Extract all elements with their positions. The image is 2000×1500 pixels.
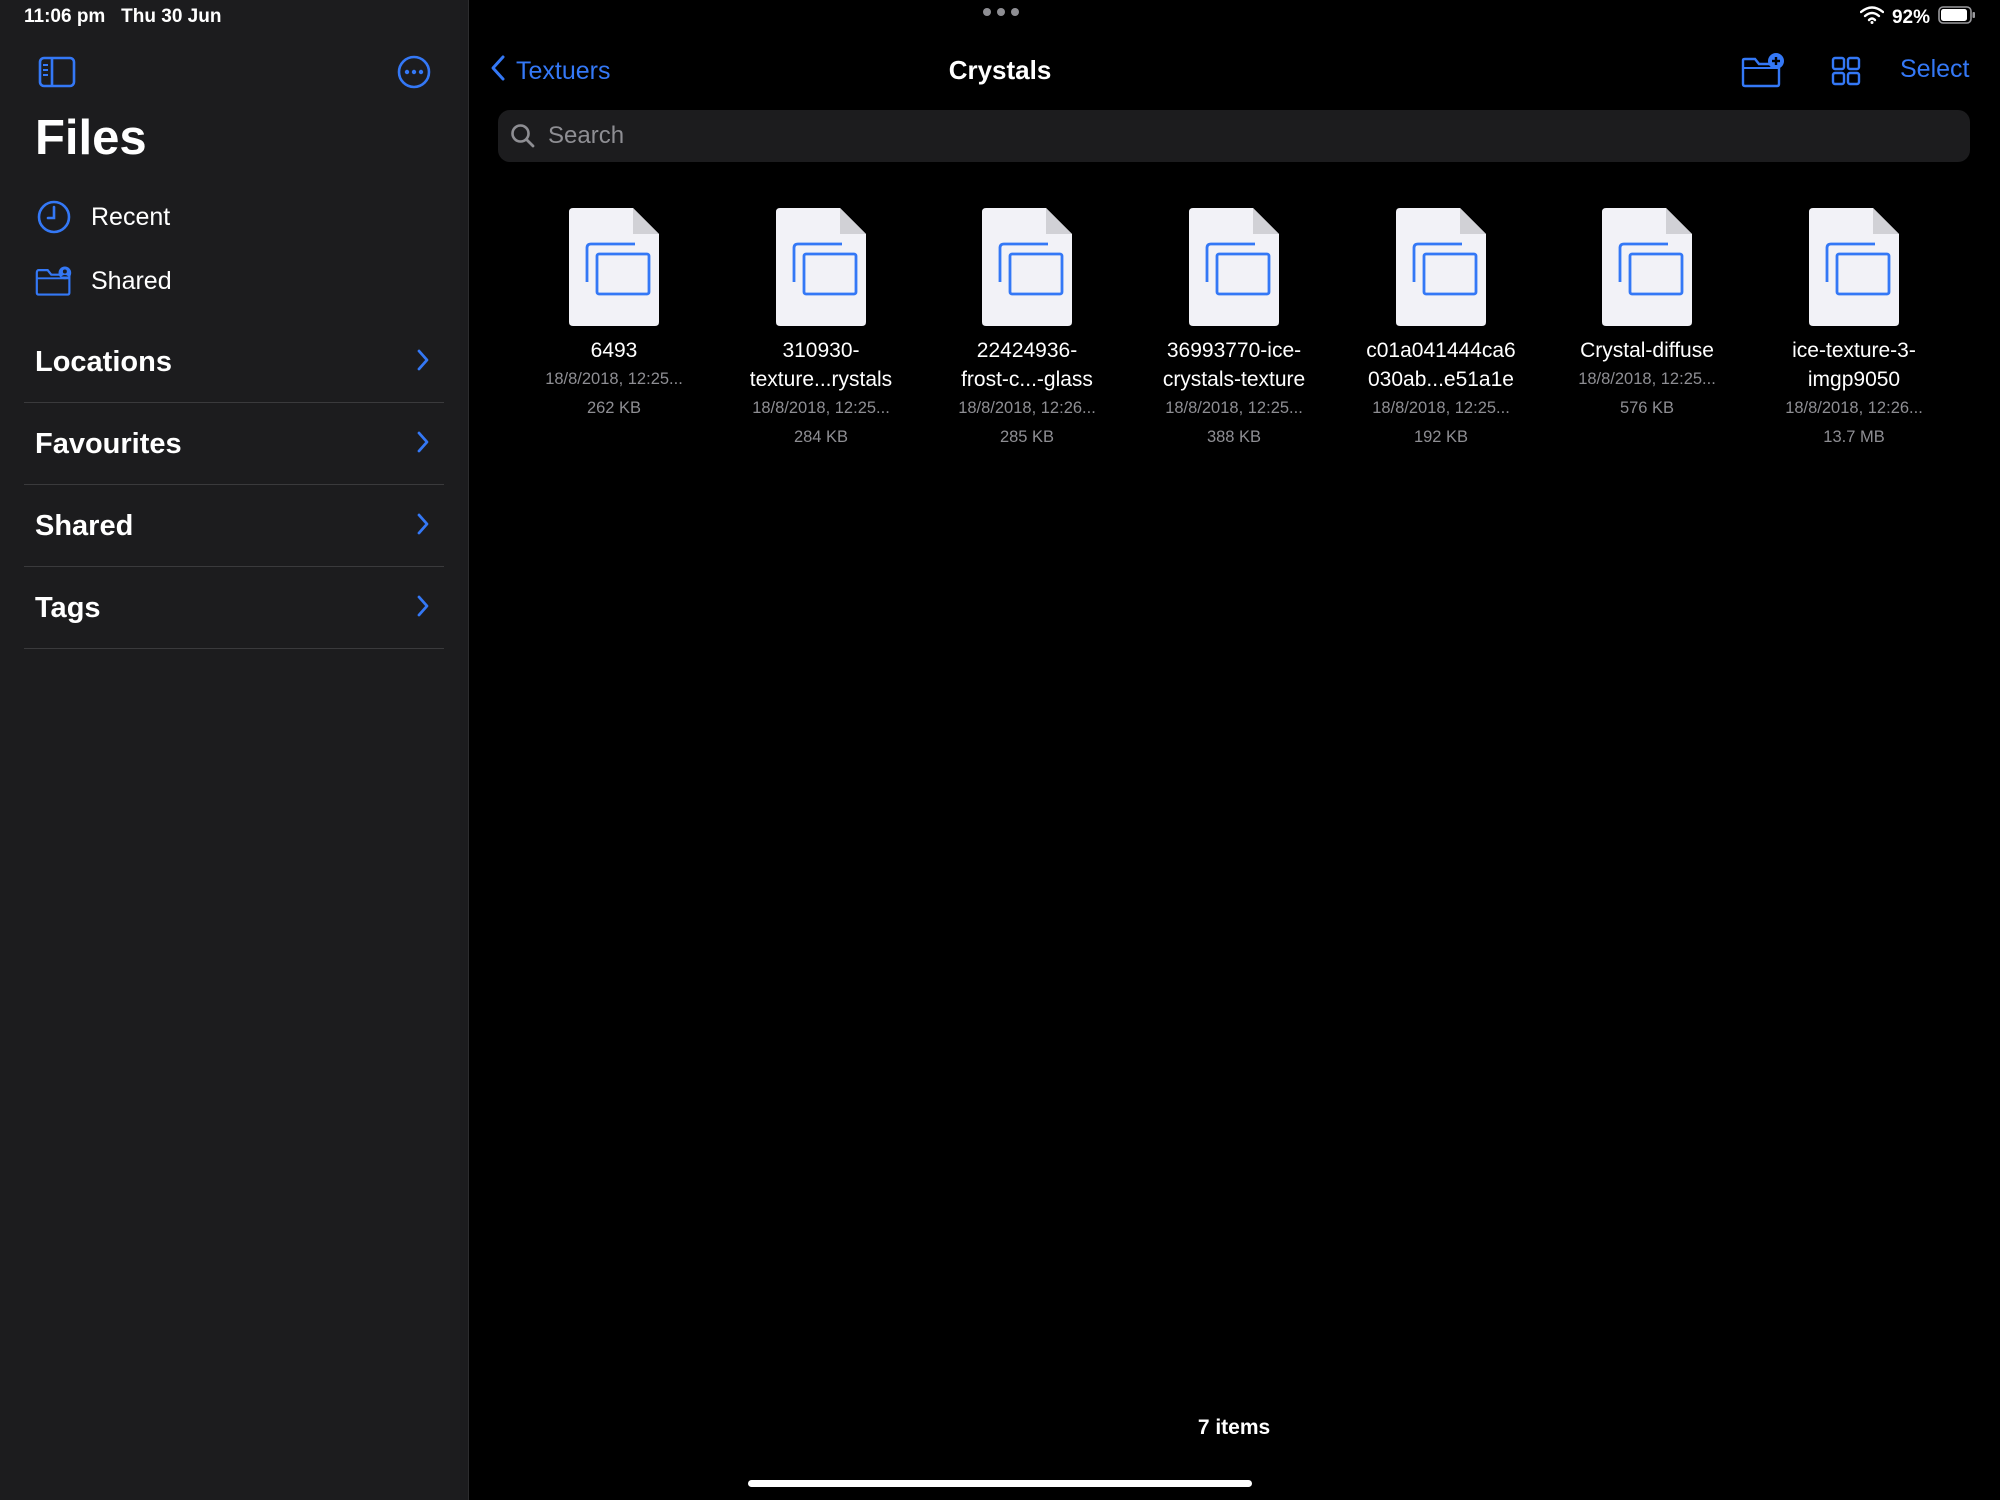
battery-icon: [1938, 6, 1976, 30]
file-size: 13.7 MB: [1823, 428, 1885, 446]
back-button-label: Textuers: [516, 57, 611, 85]
file-item[interactable]: Crystal-diffuse 18/8/2018, 12:25... 576 …: [1552, 206, 1742, 423]
section-label: Favourites: [35, 427, 182, 460]
status-time: 11:06 pm Thu 30 Jun: [24, 6, 221, 28]
sidebar-item-label: Recent: [91, 202, 171, 231]
chevron-right-icon: [416, 348, 430, 377]
file-size: 388 KB: [1206, 428, 1262, 446]
items-count: 7 items: [1197, 1416, 1271, 1439]
image-file-icon: [1809, 208, 1899, 326]
file-item[interactable]: c01a041444ca6 030ab...e51a1e 18/8/2018, …: [1346, 206, 1536, 452]
multitasking-handle[interactable]: [983, 8, 1019, 16]
file-size: 285 KB: [999, 428, 1055, 446]
file-name-line: 36993770-ice-: [1166, 339, 1302, 362]
chevron-left-icon: [490, 54, 506, 89]
select-button[interactable]: Select: [1900, 55, 1969, 84]
file-name-line: imgp9050: [1807, 368, 1901, 391]
file-name-line: 030ab...e51a1e: [1368, 368, 1514, 391]
sidebar-section-tags[interactable]: Tags: [24, 568, 444, 649]
sidebar: 11:06 pm Thu 30 Jun Files Recent Shared …: [0, 0, 469, 1500]
search-input[interactable]: [546, 121, 1930, 151]
file-date: 18/8/2018, 12:26...: [958, 399, 1096, 417]
file-date: 18/8/2018, 12:25...: [545, 370, 683, 388]
status-right: 92%: [1859, 6, 1976, 30]
wifi-icon: [1859, 6, 1885, 30]
file-item[interactable]: 6493 18/8/2018, 12:25... 262 KB: [519, 206, 709, 423]
grid-view-icon[interactable]: [1831, 56, 1861, 91]
chevron-right-icon: [416, 430, 430, 459]
section-label: Locations: [35, 345, 172, 378]
clock-icon: [35, 198, 73, 236]
file-size: 262 KB: [586, 399, 642, 417]
file-item[interactable]: 36993770-ice- crystals-texture 18/8/2018…: [1139, 206, 1329, 452]
search-icon: [510, 123, 536, 149]
image-file-icon: [1602, 208, 1692, 326]
image-file-icon: [1396, 208, 1486, 326]
section-label: Shared: [35, 509, 134, 542]
file-name-line: frost-c...-glass: [961, 368, 1093, 391]
home-indicator[interactable]: [748, 1480, 1252, 1487]
more-options-icon[interactable]: [396, 54, 432, 95]
file-name-line: c01a041444ca6: [1366, 339, 1516, 362]
file-name-line: ice-texture-3-: [1792, 339, 1916, 362]
image-file-icon: [982, 208, 1072, 326]
section-label: Tags: [35, 591, 101, 624]
sidebar-item-recent[interactable]: Recent: [35, 198, 170, 236]
file-size: 284 KB: [793, 428, 849, 446]
file-name-line: 310930-: [782, 339, 860, 362]
file-date: 18/8/2018, 12:25...: [1578, 370, 1716, 388]
file-date: 18/8/2018, 12:25...: [752, 399, 890, 417]
battery-percent: 92%: [1891, 7, 1930, 28]
file-date: 18/8/2018, 12:25...: [1372, 399, 1510, 417]
file-size: 576 KB: [1619, 399, 1675, 417]
file-size: 192 KB: [1413, 428, 1469, 446]
file-item[interactable]: 310930- texture...rystals 18/8/2018, 12:…: [726, 206, 916, 452]
file-item[interactable]: ice-texture-3- imgp9050 18/8/2018, 12:26…: [1759, 206, 1949, 452]
search-bar[interactable]: [498, 110, 1970, 162]
file-name-line: 6493: [590, 339, 638, 362]
new-folder-icon[interactable]: [1741, 52, 1785, 93]
file-date: 18/8/2018, 12:26...: [1785, 399, 1923, 417]
file-date: 18/8/2018, 12:25...: [1165, 399, 1303, 417]
file-name-line: texture...rystals: [749, 368, 893, 391]
sidebar-section-locations[interactable]: Locations: [24, 322, 444, 403]
file-name-line: crystals-texture: [1162, 368, 1306, 391]
sidebar-section-shared[interactable]: Shared: [24, 486, 444, 567]
shared-folder-icon: [35, 262, 73, 300]
status-date: Thu 30 Jun: [121, 6, 222, 27]
image-file-icon: [569, 208, 659, 326]
image-file-icon: [1189, 208, 1279, 326]
sidebar-item-label: Shared: [91, 266, 172, 295]
file-name-line: 22424936-: [976, 339, 1078, 362]
back-button[interactable]: Textuers: [490, 54, 610, 89]
file-item[interactable]: 22424936- frost-c...-glass 18/8/2018, 12…: [932, 206, 1122, 452]
sidebar-section-favourites[interactable]: Favourites: [24, 404, 444, 485]
sidebar-title: Files: [35, 111, 147, 165]
chevron-right-icon: [416, 594, 430, 623]
status-clock: 11:06 pm: [24, 6, 106, 27]
file-name-line: Crystal-diffuse: [1580, 339, 1714, 362]
chevron-right-icon: [416, 512, 430, 541]
image-file-icon: [776, 208, 866, 326]
sidebar-item-shared[interactable]: Shared: [35, 262, 172, 300]
sidebar-toggle-icon[interactable]: [38, 56, 76, 93]
